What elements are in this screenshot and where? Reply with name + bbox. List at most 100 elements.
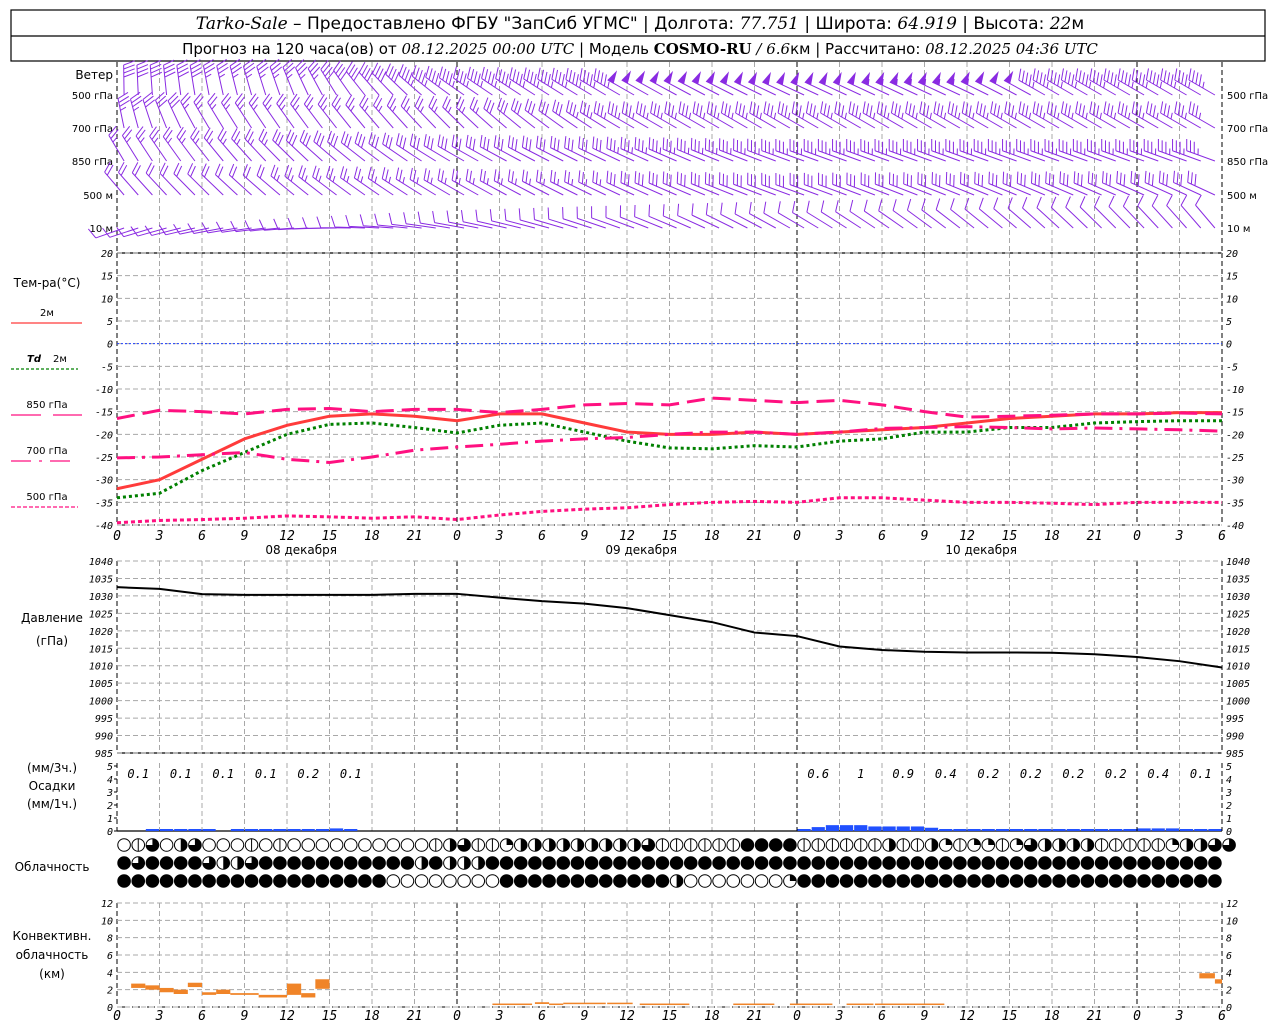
cloud-symbol	[1108, 874, 1123, 888]
cloud-symbol	[627, 838, 641, 852]
precip-bar	[1194, 829, 1208, 831]
cloud-symbol	[613, 838, 627, 852]
y-tick-label-left: 1035	[89, 574, 113, 585]
cloud-fill	[563, 838, 570, 852]
x-tick-label: 15	[1002, 1009, 1018, 1024]
wind-barb	[975, 101, 1003, 129]
precip-bar	[825, 825, 839, 831]
cloud-symbol	[683, 838, 698, 852]
y-tick-label-left: 12	[101, 899, 113, 910]
y-tick-label-right: 1035	[1226, 574, 1250, 585]
precip-bar	[797, 829, 811, 831]
cloud-symbol	[712, 856, 726, 870]
cloud-circle	[188, 856, 202, 870]
x-tick-label: 15	[322, 1009, 338, 1024]
precip-bar	[230, 829, 244, 831]
cloud-symbol	[159, 874, 174, 888]
cloud-circle	[1066, 856, 1081, 870]
cloud-circle	[882, 874, 896, 888]
y-tick-label-right: 1040	[1226, 557, 1250, 568]
cloud-symbol	[1151, 874, 1166, 888]
cloud-circle	[400, 874, 415, 888]
wind-barb	[320, 59, 338, 96]
precip-bar	[854, 825, 868, 831]
y-tick-label-left: 4	[107, 968, 113, 979]
x-tick-label: 15	[322, 529, 338, 544]
cloud-symbol	[641, 856, 656, 870]
wind-barb	[1160, 68, 1187, 96]
wind-barb	[606, 170, 635, 196]
wind-barb	[1145, 68, 1173, 96]
cloud-fill	[889, 838, 896, 852]
cloud-symbol	[797, 856, 811, 870]
cloud-symbol	[1208, 838, 1222, 852]
cloud-symbol	[188, 856, 202, 870]
wind-barb	[282, 58, 296, 96]
wind-barb	[1004, 101, 1032, 129]
y-tick-label-left: 2	[107, 801, 113, 812]
cloud-circle	[485, 874, 500, 888]
precip-3h-total: 0.1	[255, 767, 277, 781]
y-tick-label-left: -15	[95, 408, 113, 419]
longitude-value: 77.751	[740, 14, 799, 34]
cloud-fill	[931, 838, 938, 852]
wind-barb	[414, 95, 437, 129]
wind-barb	[276, 93, 295, 129]
x-tick-label: 9	[921, 529, 929, 544]
y-tick-label-left: 985	[95, 749, 113, 760]
x-tick-label: 3	[495, 1009, 504, 1024]
cloud-symbol	[329, 874, 344, 888]
convective-cloud-bar	[874, 1003, 945, 1006]
wind-barb	[1131, 68, 1159, 96]
wind-barb	[203, 127, 224, 162]
cloud-symbol	[216, 856, 231, 870]
cloud-symbol	[1123, 856, 1137, 870]
y-tick-label-right: 1005	[1226, 679, 1250, 690]
cloud-circle	[839, 856, 854, 870]
precip-unit-1h: (мм/1ч.)	[27, 797, 77, 811]
y-tick-label-left: -5	[101, 362, 113, 373]
computed-time: 08.12.2025 04:36 UTC	[925, 40, 1098, 58]
x-tick-label: 18	[1044, 1009, 1060, 1024]
cloud-circle	[938, 856, 953, 870]
cloud-symbol	[924, 874, 939, 888]
cloud-circle	[315, 856, 330, 870]
wind-barb	[507, 135, 536, 162]
cloud-fill	[520, 838, 528, 852]
cloud-symbol	[1052, 856, 1066, 870]
wind-barb	[564, 170, 592, 196]
wind-barb	[423, 168, 451, 196]
cloud-symbol	[244, 874, 259, 888]
wind-barb	[248, 93, 267, 129]
wind-barb	[1117, 68, 1145, 96]
cloud-symbol	[443, 874, 457, 888]
cloud-symbol	[159, 856, 174, 870]
cloud-symbol	[173, 874, 188, 888]
cloud-circle	[1165, 874, 1180, 888]
cloud-circle	[287, 856, 301, 870]
forecast-prefix: Прогноз на 120 часа(ов) от	[182, 40, 401, 58]
precip-bar	[1038, 829, 1052, 831]
computed-label: | Рассчитано:	[810, 40, 925, 58]
cloud-symbol	[882, 874, 896, 888]
wind-barb	[521, 135, 550, 162]
wind-barb	[479, 135, 507, 162]
cloud-symbol	[1151, 838, 1166, 852]
precip-bar	[1180, 829, 1194, 831]
precip-3h-total: 0.4	[935, 767, 957, 781]
cloud-symbol	[882, 838, 896, 852]
cloud-symbol	[1208, 874, 1222, 888]
cloud-circle	[513, 856, 528, 870]
cloud-symbol	[924, 838, 939, 852]
cloud-symbol	[1080, 838, 1095, 852]
wind-barb	[193, 92, 210, 129]
cloud-symbol	[216, 874, 231, 888]
legend-700-label: 700 гПа	[26, 446, 67, 457]
convective-cloud-bar	[202, 992, 217, 995]
cloud-fill	[1016, 838, 1023, 845]
cloud-symbol	[669, 856, 684, 870]
cloud-symbol	[1023, 856, 1038, 870]
y-tick-label-right: 20	[1226, 249, 1238, 260]
cloud-fill	[180, 838, 188, 852]
y-tick-label-right: -5	[1226, 362, 1238, 373]
